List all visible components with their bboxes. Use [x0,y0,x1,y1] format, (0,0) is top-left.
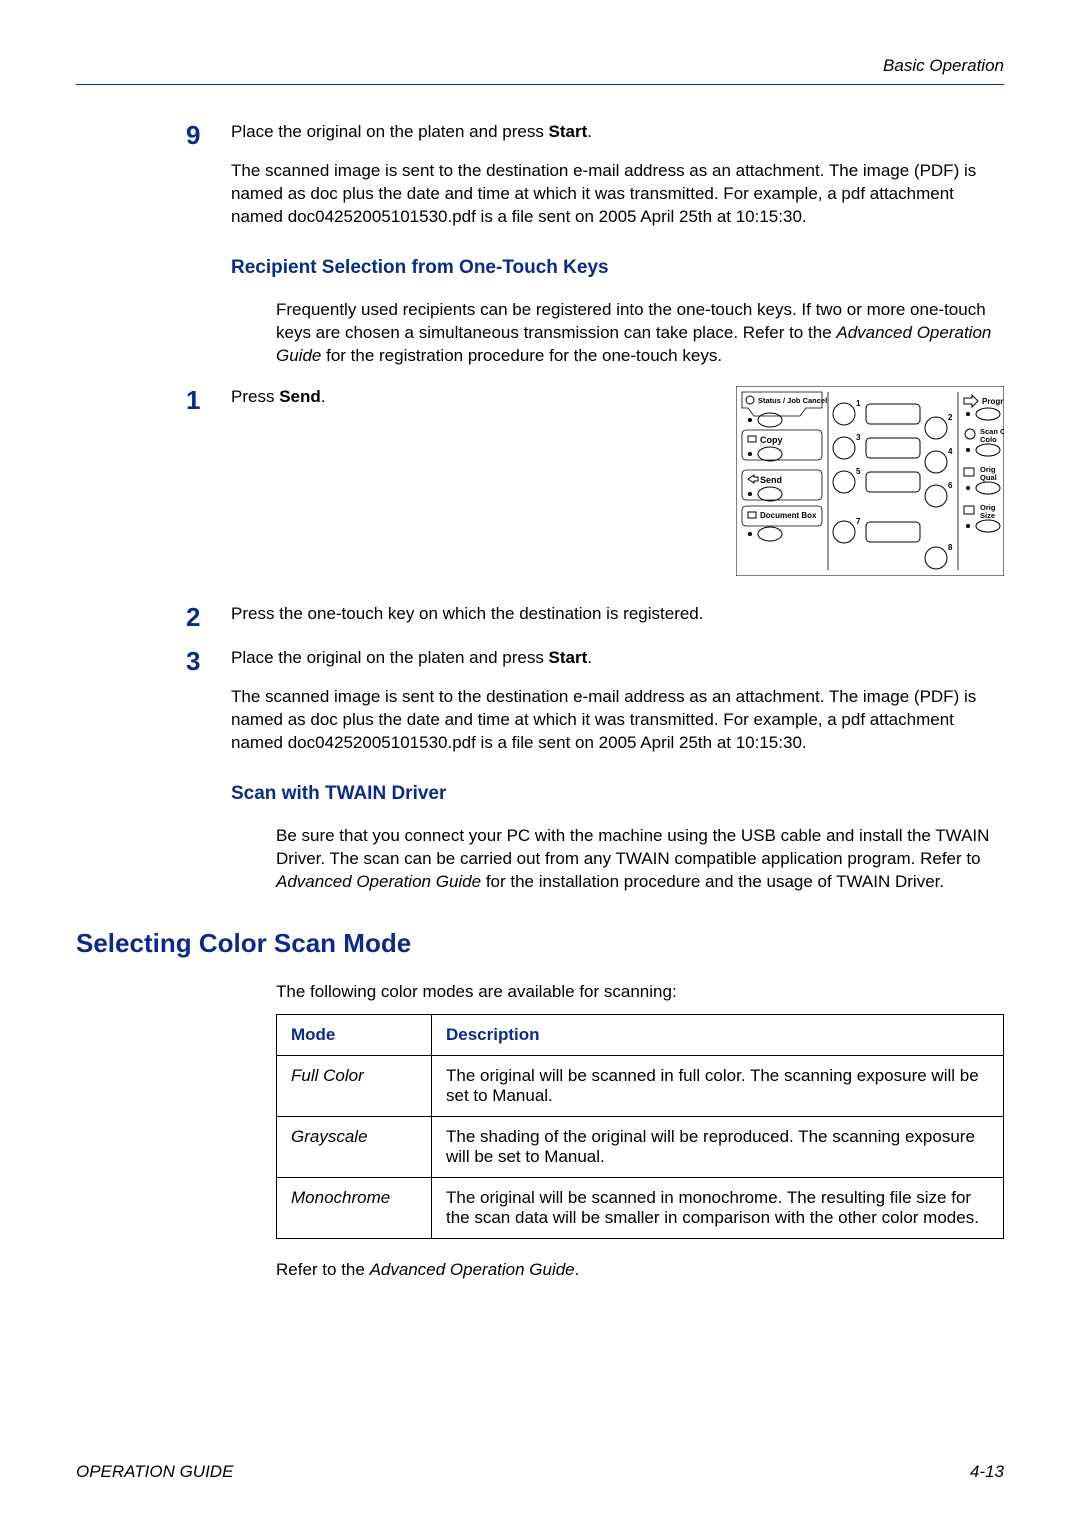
svg-text:Colo: Colo [980,435,997,444]
svg-text:2: 2 [948,413,953,422]
svg-text:5: 5 [856,467,861,476]
running-header: Basic Operation [76,56,1004,76]
page-footer: OPERATION GUIDE 4-13 [76,1462,1004,1482]
th-description: Description [432,1014,1004,1055]
step-text: Press Send. [231,386,712,409]
step-explanation: The scanned image is sent to the destina… [231,686,1004,755]
color-outro: Refer to the Advanced Operation Guide. [276,1259,1004,1282]
mode-name: Grayscale [277,1116,432,1177]
footer-guide-name: OPERATION GUIDE [76,1462,233,1482]
svg-text:Qual: Qual [980,473,997,482]
heading-twain: Scan with TWAIN Driver [231,783,1004,805]
heading-recipient-selection: Recipient Selection from One-Touch Keys [231,257,1004,279]
svg-text:4: 4 [948,447,953,456]
th-mode: Mode [277,1014,432,1055]
twain-paragraph: Be sure that you connect your PC with th… [276,825,1004,894]
color-intro: The following color modes are available … [276,981,1004,1004]
table-row: Grayscale The shading of the original wi… [277,1116,1004,1177]
panel-copy-label: Copy [760,435,783,445]
mode-name: Full Color [277,1055,432,1116]
table-row: Monochrome The original will be scanned … [277,1177,1004,1238]
control-panel-diagram: Status / Job Cancel Copy Send [736,386,1004,583]
panel-docbox-label: Document Box [760,511,817,520]
panel-send-label: Send [760,475,782,485]
step-number: 2 [186,600,200,635]
svg-text:6: 6 [948,481,953,490]
heading-color-mode: Selecting Color Scan Mode [76,928,1004,959]
step-explanation: The scanned image is sent to the destina… [231,160,1004,229]
step-text: Place the original on the platen and pre… [231,122,592,141]
table-row: Full Color The original will be scanned … [277,1055,1004,1116]
color-mode-table: Mode Description Full Color The original… [276,1014,1004,1239]
step-text: Place the original on the platen and pre… [231,648,592,667]
step-9: 9 Place the original on the platen and p… [231,121,1004,229]
table-header-row: Mode Description [277,1014,1004,1055]
svg-text:Progr: Progr [982,397,1003,406]
step-3: 3 Place the original on the platen and p… [231,647,1004,755]
step-text: Press the one-touch key on which the des… [231,604,704,623]
svg-text:3: 3 [856,433,861,442]
step-2: 2 Press the one-touch key on which the d… [231,603,1004,626]
svg-text:Size: Size [980,511,995,520]
step-1: 1 Press Send. Status / Job Cancel [231,386,1004,583]
step-number: 9 [186,118,200,153]
mode-desc: The original will be scanned in full col… [432,1055,1004,1116]
svg-text:1: 1 [856,399,861,408]
header-rule [76,84,1004,85]
step-number: 3 [186,644,200,679]
svg-text:8: 8 [948,543,953,552]
mode-desc: The shading of the original will be repr… [432,1116,1004,1177]
step-number: 1 [186,383,200,418]
recipient-intro: Frequently used recipients can be regist… [276,299,1004,368]
svg-text:7: 7 [856,517,861,526]
footer-page-number: 4-13 [970,1462,1004,1482]
mode-desc: The original will be scanned in monochro… [432,1177,1004,1238]
mode-name: Monochrome [277,1177,432,1238]
panel-status-label: Status / Job Cancel [758,396,827,405]
